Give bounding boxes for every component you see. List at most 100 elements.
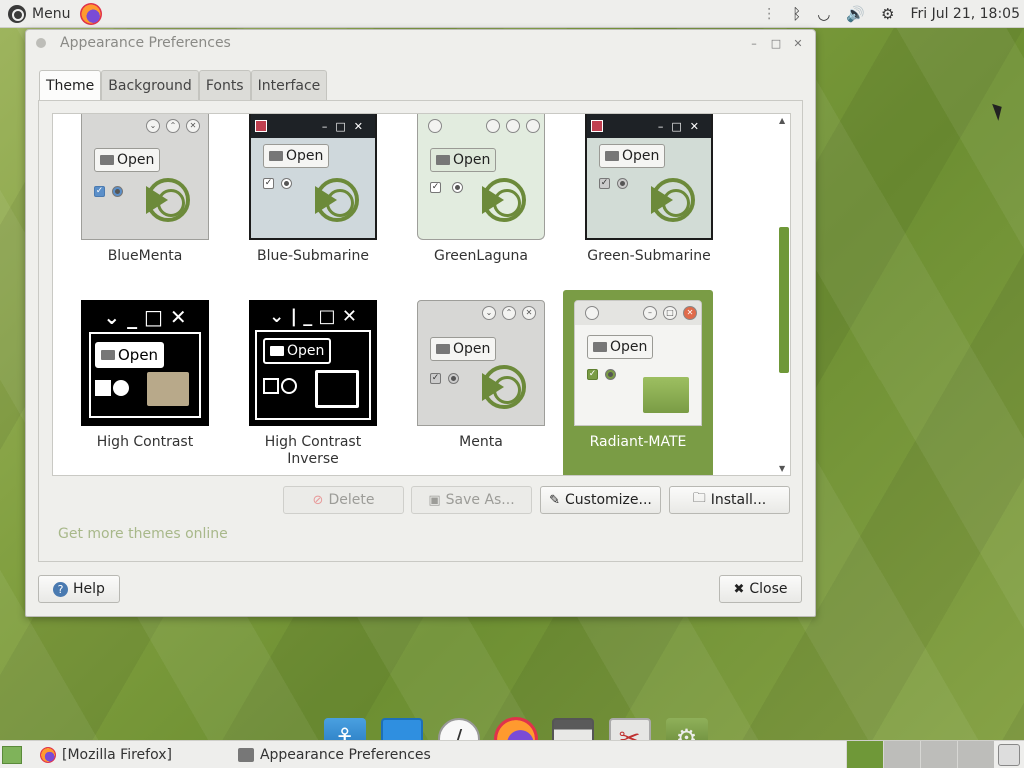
help-icon: ? xyxy=(53,581,69,597)
theme-item-radiant-mate[interactable]: – □ ✕ Open ✓ Radiant-MATE xyxy=(563,290,713,475)
tab-background[interactable]: Background xyxy=(101,70,199,100)
radio-icon xyxy=(617,178,628,189)
theme-name: High Contrast xyxy=(96,434,194,450)
theme-name: High Contrast Inverse xyxy=(264,434,362,467)
window-controls-icon: ⌄ _ □ ✕ xyxy=(103,305,187,329)
separator-dots-icon: ⋮ xyxy=(762,5,777,22)
preview-open-label: Open xyxy=(118,346,159,364)
folder-icon xyxy=(269,151,283,161)
checkbox-icon: ✓ xyxy=(430,182,441,193)
tab-bar: Theme Background Fonts Interface xyxy=(39,70,328,101)
minimize-icon xyxy=(486,119,500,133)
dialog-titlebar[interactable]: Appearance Preferences – □ ✕ xyxy=(26,30,815,56)
close-label: Close xyxy=(749,581,788,597)
theme-preview: ⌄ ⌃ ✕ Open ✓ xyxy=(81,114,209,240)
minimize-button[interactable]: – xyxy=(747,37,761,50)
theme-list[interactable]: ⌄ ⌃ ✕ Open ✓ BlueMenta –□✕ Open ✓ Blue-S… xyxy=(52,113,777,476)
wifi-icon[interactable]: ◡ xyxy=(817,0,830,28)
preview-open-label: Open xyxy=(287,343,325,359)
help-button[interactable]: ? Help xyxy=(38,575,120,603)
window-menu-icon xyxy=(428,119,442,133)
chevron-up-icon: ⌃ xyxy=(502,306,516,320)
delete-label: Delete xyxy=(328,492,375,508)
task-firefox[interactable]: [Mozilla Firefox] xyxy=(32,741,180,768)
install-button[interactable]: 🗀 Install... xyxy=(669,486,790,514)
tab-fonts[interactable]: Fonts xyxy=(198,70,251,100)
volume-icon[interactable]: 🔊 xyxy=(846,0,865,28)
folder-icon xyxy=(315,370,359,408)
firefox-launcher-icon[interactable] xyxy=(80,2,103,25)
save-as-button[interactable]: ▣ Save As... xyxy=(411,486,532,514)
maximize-button[interactable]: □ xyxy=(769,37,783,50)
task-label: [Mozilla Firefox] xyxy=(62,746,172,763)
theme-item-high-contrast[interactable]: ⌄ _ □ ✕ Open High Contrast xyxy=(70,300,220,475)
radio-icon xyxy=(605,369,616,380)
gear-icon[interactable]: ⚙ xyxy=(881,0,894,28)
window-controls-icon: –□✕ xyxy=(321,119,371,133)
preview-open-label: Open xyxy=(453,152,491,168)
chevron-down-icon: ⌄ xyxy=(482,306,496,320)
close-icon xyxy=(526,119,540,133)
delete-button[interactable]: ⊘ Delete xyxy=(283,486,404,514)
maximize-icon: □ xyxy=(663,306,677,320)
workspace-3[interactable] xyxy=(920,740,957,768)
theme-preview: ⌄ ⌃ ✕ Open ✓ xyxy=(417,300,545,426)
scroll-up-icon[interactable]: ▲ xyxy=(779,116,785,125)
checkbox-icon: ✓ xyxy=(430,373,441,384)
theme-preview: ⌄ _ □ ✕ Open xyxy=(81,300,209,426)
theme-item-high-contrast-inverse[interactable]: ⌄ | _ □ ✕ Open High Contrast Inverse xyxy=(238,300,388,475)
system-tray: ⋮ ᛒ ◡ 🔊 ⚙ Fri Jul 21, 18:05 xyxy=(762,0,1024,28)
show-desktop-icon[interactable] xyxy=(2,745,22,764)
preview-open-label: Open xyxy=(622,148,660,164)
minimize-icon: – xyxy=(643,306,657,320)
close-button[interactable]: ✖ Close xyxy=(719,575,802,603)
scrollbar-thumb[interactable] xyxy=(779,227,789,373)
bottom-panel: [Mozilla Firefox] Appearance Preferences xyxy=(0,740,1024,768)
tab-interface[interactable]: Interface xyxy=(250,70,328,100)
theme-item-bluementa[interactable]: ⌄ ⌃ ✕ Open ✓ BlueMenta xyxy=(70,114,220,302)
help-label: Help xyxy=(73,581,105,597)
theme-name: GreenLaguna xyxy=(434,248,528,264)
close-icon: ✕ xyxy=(683,306,697,320)
window-menu-icon[interactable] xyxy=(36,38,46,48)
checkbox-icon: ✓ xyxy=(587,369,598,380)
task-appearance-preferences[interactable]: Appearance Preferences xyxy=(230,741,439,768)
workspace-4[interactable] xyxy=(957,740,994,768)
customize-button[interactable]: ✎ Customize... xyxy=(540,486,661,514)
get-more-themes-link[interactable]: Get more themes online xyxy=(58,526,228,542)
folder-icon xyxy=(100,155,114,165)
checkbox-icon xyxy=(263,378,279,394)
appearance-preferences-dialog: Appearance Preferences – □ ✕ Theme Backg… xyxy=(25,29,816,617)
close-icon: ✕ xyxy=(186,119,200,133)
mate-logo-icon xyxy=(482,178,526,222)
theme-item-greenlaguna[interactable]: Open ✓ GreenLaguna xyxy=(406,114,556,302)
folder-icon xyxy=(101,350,115,360)
maximize-icon xyxy=(506,119,520,133)
folder-icon xyxy=(593,342,607,352)
radio-icon xyxy=(281,378,297,394)
theme-preview: –□ ✕ Open ✓ xyxy=(574,300,702,426)
theme-list-scrollbar[interactable]: ▲ ▼ xyxy=(776,113,791,476)
customize-label: Customize... xyxy=(565,492,652,508)
trash-icon[interactable] xyxy=(998,743,1020,766)
workspace-1[interactable] xyxy=(846,740,883,768)
theme-preview: ⌄ | _ □ ✕ Open xyxy=(249,300,377,426)
folder-icon: 🗀 xyxy=(692,491,706,506)
workspace-2[interactable] xyxy=(883,740,920,768)
folder-icon xyxy=(436,344,450,354)
main-menu-button[interactable]: Menu xyxy=(0,0,78,28)
clock[interactable]: Fri Jul 21, 18:05 xyxy=(910,6,1020,22)
theme-item-green-submarine[interactable]: –□✕ Open ✓ Green-Submarine xyxy=(574,114,724,302)
close-window-button[interactable]: ✕ xyxy=(791,37,805,50)
theme-item-menta[interactable]: ⌄ ⌃ ✕ Open ✓ Menta xyxy=(406,300,556,475)
preview-open-label: Open xyxy=(286,148,324,164)
workspace-switcher xyxy=(846,740,994,768)
ubuntu-logo-icon xyxy=(8,4,26,23)
tab-theme[interactable]: Theme xyxy=(39,70,102,101)
mate-logo-icon xyxy=(651,178,695,222)
chevron-down-icon: ⌄ xyxy=(146,119,160,133)
theme-name: Blue-Submarine xyxy=(256,248,370,264)
bluetooth-icon[interactable]: ᛒ xyxy=(792,0,801,28)
theme-item-blue-submarine[interactable]: –□✕ Open ✓ Blue-Submarine xyxy=(238,114,388,302)
scroll-down-icon[interactable]: ▼ xyxy=(779,464,785,473)
